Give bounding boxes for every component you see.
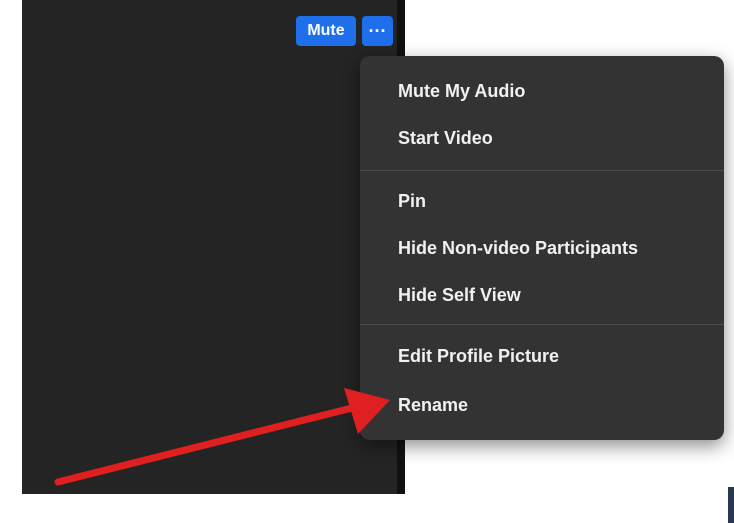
red-arrow-icon: [54, 388, 390, 486]
screenshot-stage: Mute ··· Mute My Audio Start Video Pin H…: [0, 0, 734, 523]
background-window-edge: [728, 487, 734, 523]
